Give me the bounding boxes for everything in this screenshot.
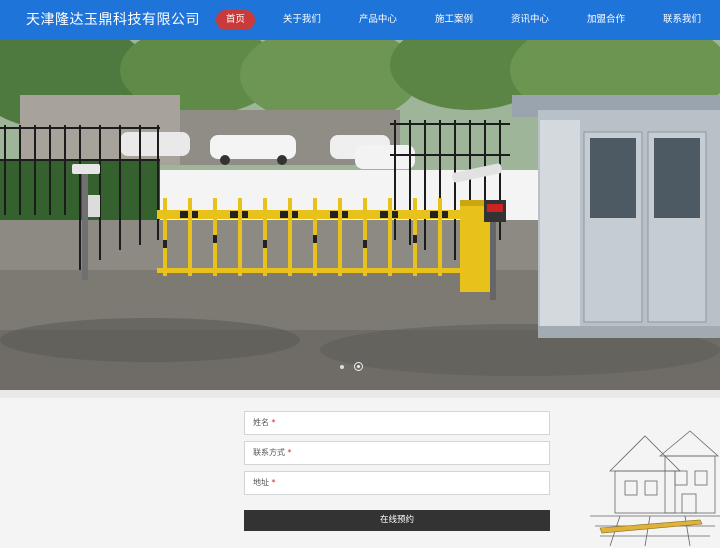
slider-dot-active[interactable]	[354, 362, 363, 371]
address-field[interactable]: 地址 *	[244, 471, 550, 495]
nav-item-about[interactable]: 关于我们	[273, 10, 331, 30]
hero-banner	[0, 40, 720, 390]
nav-item-news[interactable]: 资讯中心	[501, 10, 559, 30]
banner-image	[0, 40, 720, 390]
contact-field[interactable]: 联系方式 *	[244, 441, 550, 465]
required-mark: *	[287, 448, 292, 457]
contact-field-label: 联系方式	[253, 448, 285, 457]
reservation-section: 姓名 * 联系方式 * 地址 * 在线预约	[0, 390, 720, 547]
submit-button[interactable]: 在线预约	[244, 510, 550, 531]
nav-item-products[interactable]: 产品中心	[349, 10, 407, 30]
name-field-label: 姓名	[253, 418, 269, 427]
name-field[interactable]: 姓名 *	[244, 411, 550, 435]
required-mark: *	[271, 418, 276, 427]
main-nav: 首页 关于我们 产品中心 施工案例 资讯中心 加盟合作 联系我们	[207, 0, 720, 40]
nav-item-franchise[interactable]: 加盟合作	[577, 10, 635, 30]
company-name[interactable]: 天津隆达玉鼎科技有限公司	[26, 9, 200, 29]
site-header: 天津隆达玉鼎科技有限公司 首页 关于我们 产品中心 施工案例 资讯中心 加盟合作…	[0, 0, 720, 40]
nav-item-contact[interactable]: 联系我们	[653, 10, 711, 30]
slider-dots	[340, 362, 363, 371]
slider-dot[interactable]	[340, 364, 344, 369]
nav-item-cases[interactable]: 施工案例	[425, 10, 483, 30]
nav-item-home[interactable]: 首页	[215, 10, 255, 30]
address-field-label: 地址	[253, 478, 269, 487]
house-sketch-image	[590, 430, 720, 547]
required-mark: *	[271, 478, 276, 487]
